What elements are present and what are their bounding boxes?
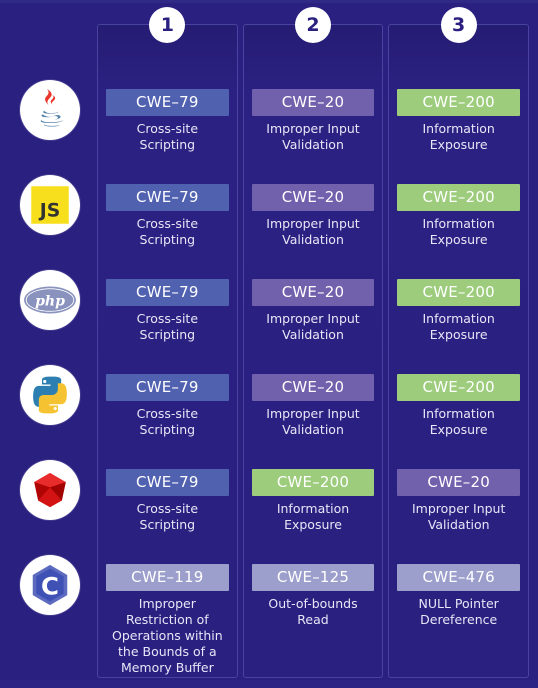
svg-text:C: C xyxy=(41,571,59,600)
rank-column-2-body: CWE–20 Improper Input Validation CWE–20 … xyxy=(244,89,383,628)
cwe-description: Out-of-bounds Read xyxy=(268,596,358,627)
cwe-badge: CWE–200 xyxy=(397,184,521,211)
c-icon: C xyxy=(20,554,80,615)
cwe-description: Information Exposure xyxy=(422,121,495,152)
cwe-badge: CWE–20 xyxy=(251,89,375,116)
cwe-cell[interactable]: CWE–200 Information Exposure xyxy=(397,374,521,469)
cwe-description: Improper Input Validation xyxy=(266,311,360,342)
cwe-cell[interactable]: CWE–20 Improper Input Validation xyxy=(251,89,375,184)
cwe-cell[interactable]: CWE–20 Improper Input Validation xyxy=(251,374,375,469)
rank-column-1: 1 CWE–79 Cross-site Scripting CWE–79 Cro… xyxy=(97,7,238,678)
cwe-description: Information Exposure xyxy=(422,216,495,247)
infographic-root: JS php C 1 CWE–79 Cross-site Scripting C… xyxy=(0,0,538,688)
ruby-icon xyxy=(20,459,80,520)
rank-columns: 1 CWE–79 Cross-site Scripting CWE–79 Cro… xyxy=(97,7,530,678)
cwe-description: Cross-site Scripting xyxy=(136,216,199,247)
cwe-cell[interactable]: CWE–79 Cross-site Scripting xyxy=(106,374,229,469)
cwe-description: Improper Input Validation xyxy=(266,121,360,152)
cwe-badge: CWE–200 xyxy=(397,279,521,306)
top-divider xyxy=(0,0,538,3)
cwe-description: Cross-site Scripting xyxy=(136,121,199,152)
python-icon xyxy=(20,364,80,425)
cwe-cell[interactable]: CWE–20 Improper Input Validation xyxy=(251,184,375,279)
cwe-badge: CWE–20 xyxy=(251,279,375,306)
cwe-cell[interactable]: CWE–20 Improper Input Validation xyxy=(251,279,375,374)
cwe-badge: CWE–200 xyxy=(397,374,521,401)
cwe-badge: CWE–79 xyxy=(106,89,229,116)
cwe-cell[interactable]: CWE–200 Information Exposure xyxy=(251,469,375,564)
cwe-cell[interactable]: CWE–79 Cross-site Scripting xyxy=(106,89,229,184)
language-row-python xyxy=(12,347,88,442)
cwe-cell[interactable]: CWE–200 Information Exposure xyxy=(397,89,521,184)
rank-column-3: 3 CWE–200 Information Exposure CWE–200 I… xyxy=(388,7,530,678)
cwe-cell[interactable]: CWE–79 Cross-site Scripting xyxy=(106,279,229,374)
cwe-description: Cross-site Scripting xyxy=(136,311,199,342)
cwe-badge: CWE–79 xyxy=(106,279,229,306)
javascript-icon: JS xyxy=(20,174,80,235)
cwe-description: Information Exposure xyxy=(422,311,495,342)
cwe-description: Improper Input Validation xyxy=(266,216,360,247)
cwe-cell[interactable]: CWE–125 Out-of-bounds Read xyxy=(251,564,375,628)
cwe-cell[interactable]: CWE–200 Information Exposure xyxy=(397,184,521,279)
rank-badge-2: 2 xyxy=(295,7,331,43)
cwe-badge: CWE–476 xyxy=(397,564,521,591)
cwe-badge: CWE–125 xyxy=(251,564,375,591)
cwe-description: Improper Input Validation xyxy=(266,406,360,437)
cwe-badge: CWE–200 xyxy=(397,89,521,116)
rank-column-3-body: CWE–200 Information Exposure CWE–200 Inf… xyxy=(389,89,528,628)
cwe-cell[interactable]: CWE–119 Improper Restriction of Operatio… xyxy=(106,564,229,676)
language-row-java xyxy=(12,62,88,157)
rank-badge-3: 3 xyxy=(440,7,477,43)
cwe-description: Information Exposure xyxy=(276,501,350,532)
java-icon xyxy=(20,79,80,140)
cwe-badge: CWE–79 xyxy=(106,469,229,496)
cwe-badge: CWE–20 xyxy=(251,374,375,401)
cwe-description: Improper Input Validation xyxy=(411,501,506,532)
cwe-badge: CWE–20 xyxy=(251,184,375,211)
cwe-cell[interactable]: CWE–476 NULL Pointer Dereference xyxy=(397,564,521,628)
cwe-description: Cross-site Scripting xyxy=(136,406,199,437)
cwe-description: Cross-site Scripting xyxy=(136,501,199,532)
bottom-divider xyxy=(0,680,538,688)
language-logo-rail: JS php C xyxy=(12,62,88,632)
rank-badge-1: 1 xyxy=(149,7,186,43)
svg-text:JS: JS xyxy=(38,200,60,221)
cwe-badge: CWE–79 xyxy=(106,374,229,401)
cwe-cell[interactable]: CWE–79 Cross-site Scripting xyxy=(106,184,229,279)
php-icon: php xyxy=(20,269,80,330)
rank-column-1-body: CWE–79 Cross-site Scripting CWE–79 Cross… xyxy=(98,89,237,676)
cwe-description: NULL Pointer Dereference xyxy=(418,596,499,627)
svg-text:php: php xyxy=(35,293,65,309)
language-row-c: C xyxy=(12,537,88,632)
cwe-description: Information Exposure xyxy=(422,406,495,437)
language-row-ruby xyxy=(12,442,88,537)
cwe-description: Improper Restriction of Operations withi… xyxy=(112,596,223,675)
cwe-badge: CWE–200 xyxy=(251,469,375,496)
language-row-javascript: JS xyxy=(12,157,88,252)
cwe-badge: CWE–20 xyxy=(397,469,521,496)
cwe-cell[interactable]: CWE–20 Improper Input Validation xyxy=(397,469,521,564)
language-row-php: php xyxy=(12,252,88,347)
cwe-cell[interactable]: CWE–200 Information Exposure xyxy=(397,279,521,374)
cwe-badge: CWE–119 xyxy=(106,564,229,591)
cwe-badge: CWE–79 xyxy=(106,184,229,211)
rank-column-2: 2 CWE–20 Improper Input Validation CWE–2… xyxy=(242,7,384,678)
cwe-cell[interactable]: CWE–79 Cross-site Scripting xyxy=(106,469,229,564)
